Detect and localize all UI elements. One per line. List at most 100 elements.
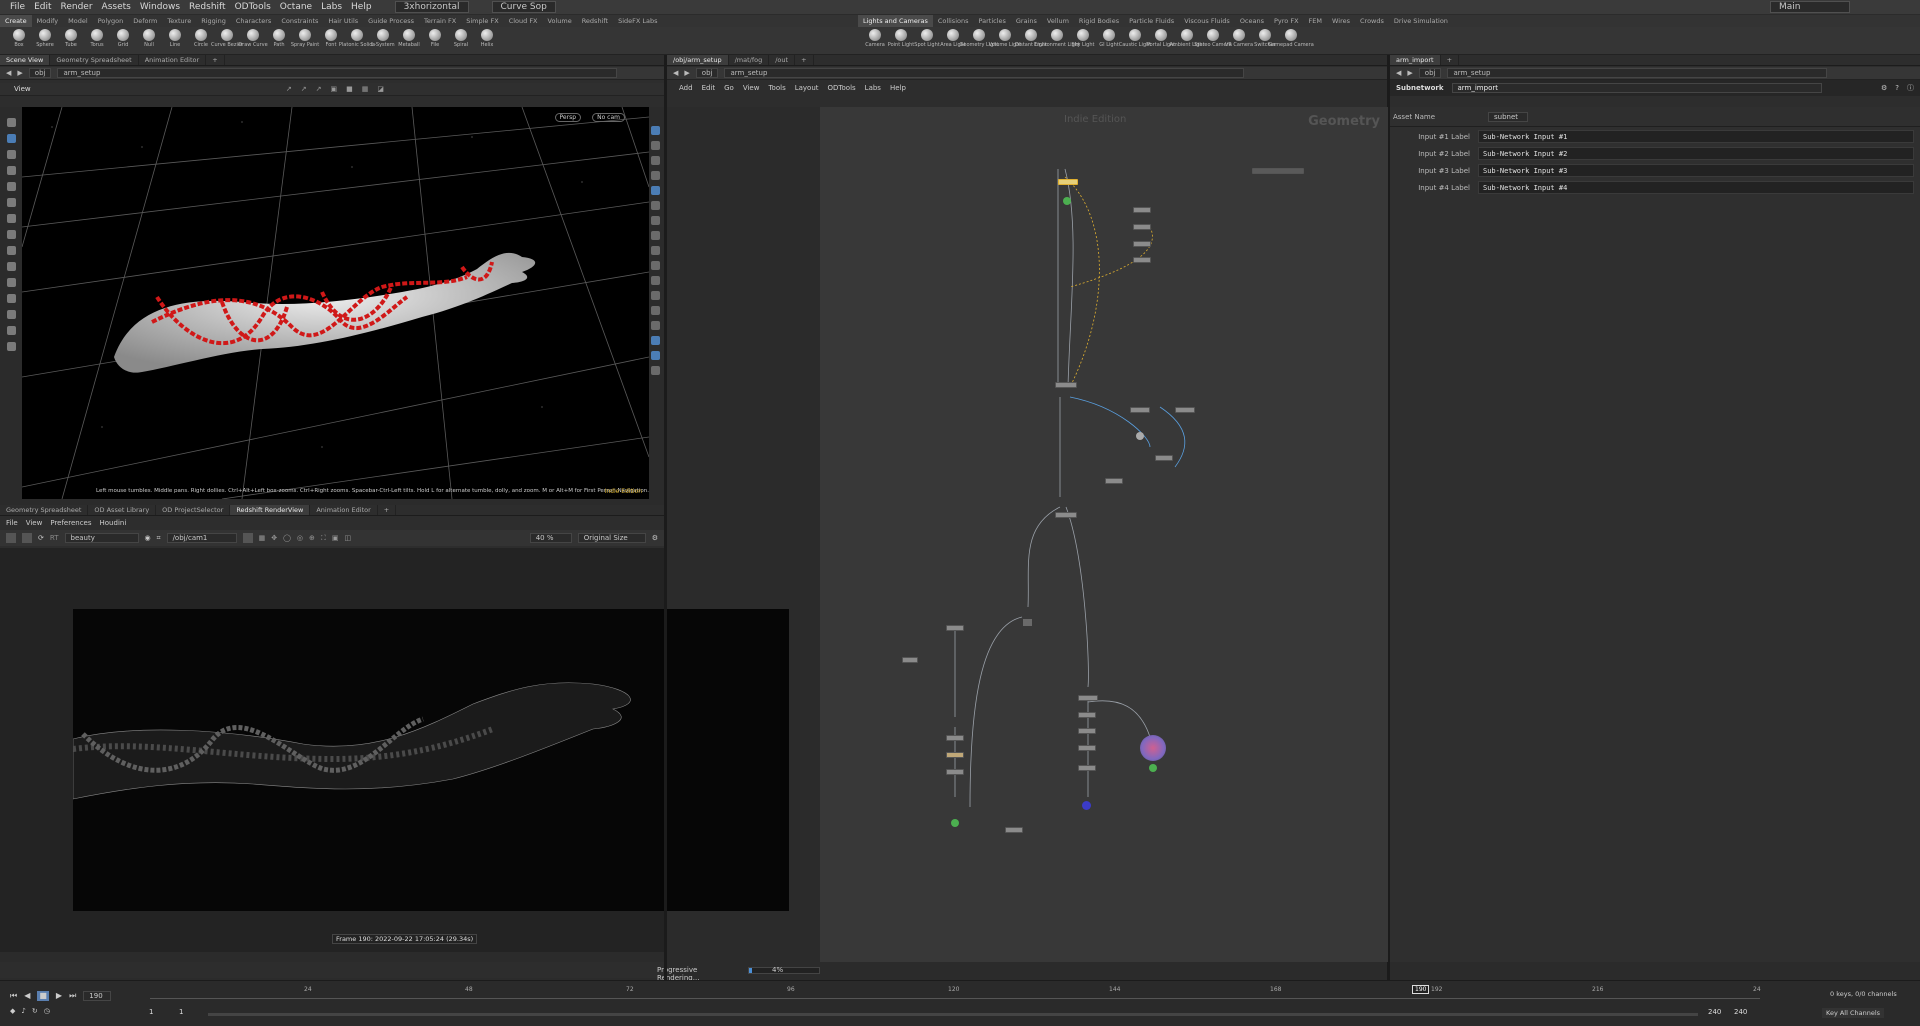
net-menu-edit[interactable]: Edit xyxy=(702,84,716,92)
key-icon[interactable]: ◆ xyxy=(10,1007,15,1015)
tool-platonic-solids[interactable]: Platonic Solids xyxy=(339,27,375,55)
step-back-icon[interactable]: ◀ xyxy=(24,991,30,1001)
current-frame-field[interactable]: 190 xyxy=(83,991,112,1001)
fit-icon[interactable]: ⛶ xyxy=(321,534,326,543)
lock-camera-icon[interactable] xyxy=(651,156,660,165)
menu-help[interactable]: Help xyxy=(351,2,372,12)
node-transform2[interactable] xyxy=(1133,224,1151,230)
tab-animation-editor[interactable]: Animation Editor xyxy=(139,55,207,65)
tool-null[interactable]: Null xyxy=(136,27,162,55)
scale-tool-icon[interactable] xyxy=(7,166,16,175)
tab-od-projectselector[interactable]: OD ProjectSelector xyxy=(156,505,231,515)
ghost-icon[interactable] xyxy=(651,141,660,150)
tool-circle[interactable]: Circle xyxy=(188,27,214,55)
node-out-arm[interactable] xyxy=(1082,801,1091,810)
net-menu-view[interactable]: View xyxy=(743,84,760,92)
start-frame-field[interactable]: 1 xyxy=(149,1008,153,1016)
move-icon[interactable]: ✥ xyxy=(271,534,277,542)
net-menu-help[interactable]: Help xyxy=(890,84,906,92)
tool-metaball[interactable]: Metaball xyxy=(396,27,422,55)
tool-tube[interactable]: Tube xyxy=(58,27,84,55)
menu-labs[interactable]: Labs xyxy=(321,2,342,12)
node-merge1[interactable] xyxy=(1055,382,1077,388)
input4-field[interactable]: Sub-Network Input #4 xyxy=(1478,181,1914,194)
normals-icon[interactable] xyxy=(651,231,660,240)
node-arm-import[interactable] xyxy=(1058,179,1078,185)
shelf-tab-vellum[interactable]: Vellum xyxy=(1042,15,1074,27)
shelf-tab-rigging[interactable]: Rigging xyxy=(196,15,231,27)
shelf-tab-redshift[interactable]: Redshift xyxy=(577,15,613,27)
tab-obj-arm-setup[interactable]: /obj/arm_setup xyxy=(667,55,729,65)
path-root[interactable]: obj xyxy=(695,68,719,78)
tool-draw-curve[interactable]: Draw Curve xyxy=(238,27,268,55)
menu-edit[interactable]: Edit xyxy=(34,2,51,12)
tool-font[interactable]: Font xyxy=(318,27,344,55)
snapshot-icon[interactable] xyxy=(651,366,660,375)
point-snap-icon[interactable]: ▣ xyxy=(331,85,338,93)
audio-icon[interactable]: ♪ xyxy=(21,1007,25,1015)
jump-end-icon[interactable]: ⏭ xyxy=(69,991,76,1001)
menu-windows[interactable]: Windows xyxy=(140,2,180,12)
shelf-tab-texture[interactable]: Texture xyxy=(162,15,196,27)
tab-scene-view[interactable]: Scene View xyxy=(0,55,51,65)
grid-icon[interactable]: ▦ xyxy=(259,534,266,542)
brush-tool-icon[interactable] xyxy=(7,230,16,239)
shelf-tab-characters[interactable]: Characters xyxy=(231,15,276,27)
back-icon[interactable]: ◀ xyxy=(673,69,678,77)
shelf-tab-collisions[interactable]: Collisions xyxy=(933,15,974,27)
camera-menu[interactable]: No cam xyxy=(592,113,625,122)
move-tool-icon[interactable] xyxy=(7,134,16,143)
realtime-icon[interactable]: ◷ xyxy=(44,1007,50,1015)
shelf-tab-lights-and-cameras[interactable]: Lights and Cameras xyxy=(858,15,933,27)
tab-out[interactable]: /out xyxy=(769,55,796,65)
bulb-icon[interactable] xyxy=(651,201,660,210)
camera-icon[interactable] xyxy=(7,278,16,287)
shelf-tab-wires[interactable]: Wires xyxy=(1327,15,1355,27)
target-icon[interactable] xyxy=(7,326,16,335)
crop-icon[interactable]: ⌗ xyxy=(157,534,161,543)
shelf-tab-viscous-fluids[interactable]: Viscous Fluids xyxy=(1179,15,1235,27)
magnet-icon[interactable] xyxy=(7,262,16,271)
rt-icon[interactable]: RT xyxy=(50,534,59,542)
node-attribwrangle[interactable] xyxy=(1133,241,1151,247)
shelf-tab-drive-simulation[interactable]: Drive Simulation xyxy=(1389,15,1453,27)
rotate-tool-icon[interactable] xyxy=(7,150,16,159)
node-out-arm-import[interactable] xyxy=(1063,197,1071,205)
node-bounds-highlight[interactable] xyxy=(1140,735,1166,761)
input1-field[interactable]: Sub-Network Input #1 xyxy=(1478,130,1914,143)
view-tool-icon[interactable] xyxy=(7,214,16,223)
target-render-icon[interactable]: ⊕ xyxy=(309,534,315,542)
desktop-selector[interactable]: 3xhorizontal xyxy=(394,1,469,13)
add-tab-icon[interactable]: + xyxy=(795,55,814,65)
node-deformer[interactable] xyxy=(1078,695,1098,701)
path-node[interactable]: arm_setup xyxy=(724,68,1245,78)
zoom-selector[interactable]: 40 % xyxy=(529,533,572,543)
persp-menu[interactable]: Persp xyxy=(554,113,581,122)
pose-tool-icon[interactable] xyxy=(7,198,16,207)
render-view-icon[interactable] xyxy=(651,336,660,345)
shelf-tab-volume[interactable]: Volume xyxy=(543,15,577,27)
tool-volume-light[interactable]: Volume Light xyxy=(989,27,1021,55)
menu-assets[interactable]: Assets xyxy=(102,2,131,12)
tool-ambient-light[interactable]: Ambient Light xyxy=(1169,27,1205,55)
shelf-tab-particle-fluids[interactable]: Particle Fluids xyxy=(1124,15,1179,27)
loop-icon[interactable]: ↻ xyxy=(32,1007,38,1015)
menu-odtools[interactable]: ODTools xyxy=(235,2,271,12)
net-menu-labs[interactable]: Labs xyxy=(865,84,881,92)
path-root[interactable]: obj xyxy=(28,68,52,78)
flipbook-icon[interactable] xyxy=(651,351,660,360)
handle-tool-icon[interactable] xyxy=(7,182,16,191)
shelf-tab-terrain-fx[interactable]: Terrain FX xyxy=(419,15,461,27)
shelf-tab-guide-process[interactable]: Guide Process xyxy=(363,15,419,27)
node-merge3[interactable] xyxy=(1055,512,1077,518)
channel-icon[interactable] xyxy=(242,533,253,543)
shelf-tab-pyro-fx[interactable]: Pyro FX xyxy=(1269,15,1304,27)
guides-icon[interactable] xyxy=(651,261,660,270)
tool-grid[interactable]: Grid xyxy=(110,27,136,55)
net-menu-tools[interactable]: Tools xyxy=(768,84,785,92)
shelf-tab-grains[interactable]: Grains xyxy=(1011,15,1042,27)
main-desktop-selector[interactable]: Main xyxy=(1770,1,1850,13)
back-icon[interactable]: ◀ xyxy=(6,69,11,77)
jump-start-icon[interactable]: ⏮ xyxy=(10,991,17,1001)
tab-mat-fog[interactable]: /mat/fog xyxy=(729,55,770,65)
